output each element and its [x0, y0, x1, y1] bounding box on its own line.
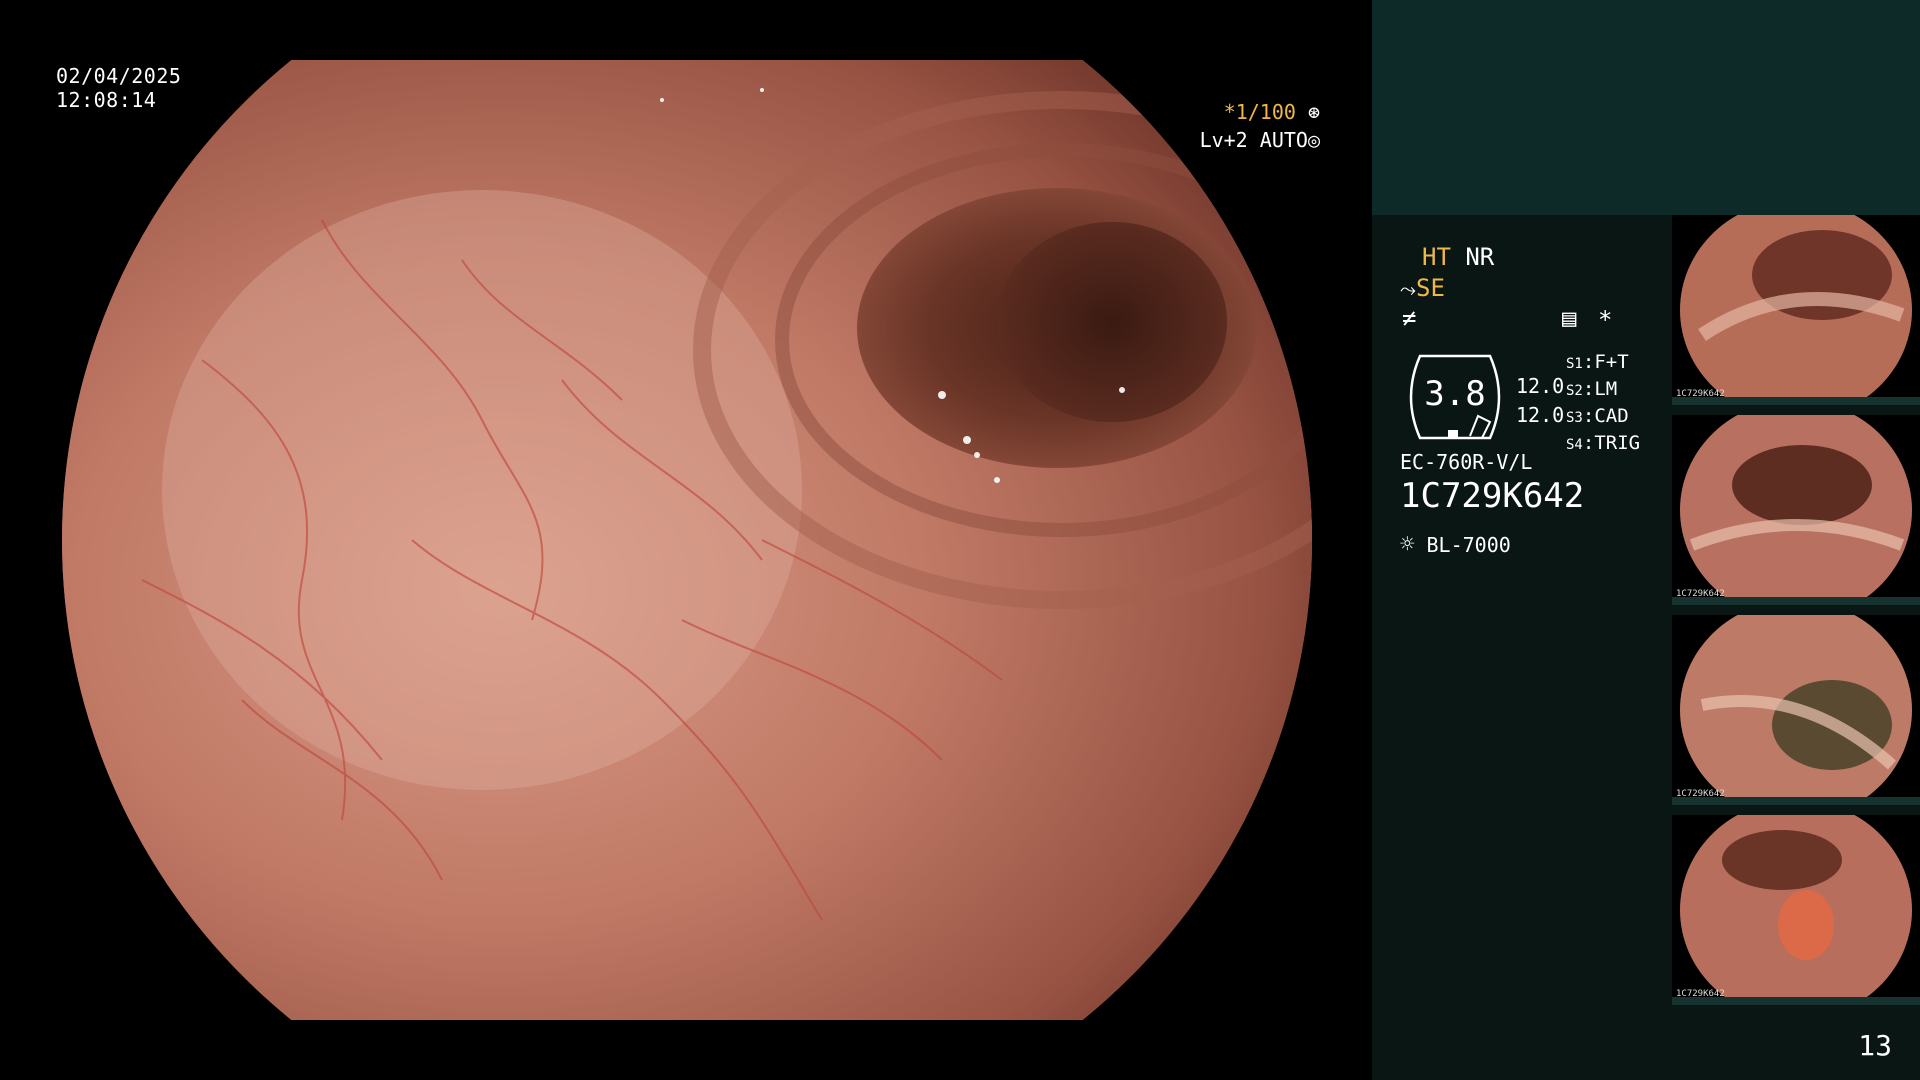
- switch-list: S1:F+T S2:LM S3:CAD S4:TRIG: [1566, 350, 1640, 458]
- ht-nr-row: HT NR: [1422, 243, 1494, 271]
- thumbnail-4[interactable]: 1C729K642: [1672, 815, 1920, 1005]
- value-1: 12.0: [1516, 374, 1565, 398]
- asterisk-marker: *: [1598, 306, 1613, 334]
- scope-serial: 1C729K642: [1400, 476, 1585, 516]
- date-text: 02/04/2025: [56, 64, 182, 88]
- structure-enhance-icon: ⤳: [1400, 277, 1416, 301]
- brightness-level: Lv+2: [1199, 128, 1248, 152]
- panel-header-area: [1372, 0, 1920, 215]
- se-label: SE: [1416, 274, 1445, 302]
- switch-row: S4:TRIG: [1566, 432, 1641, 454]
- time-text: 12:08:14: [56, 88, 157, 112]
- nr-label: NR: [1465, 243, 1495, 271]
- iris-mode: AUTO: [1259, 128, 1308, 152]
- shutter-speed: *1/100: [1223, 100, 1296, 124]
- ht-label: HT: [1422, 243, 1451, 271]
- light-source-label: BL-7000: [1426, 533, 1511, 557]
- thumbnail-id: 1C729K642: [1676, 389, 1725, 399]
- color-mode-icon: ≠: [1402, 304, 1417, 332]
- light-source-row: ☼ BL-7000: [1400, 530, 1511, 558]
- exposure-readout: *1/100 ⊛ Lv+2 AUTO◎: [1200, 98, 1320, 154]
- thumbnail-id: 1C729K642: [1676, 589, 1725, 599]
- lamp-icon: ☼: [1400, 530, 1415, 558]
- date-time-display: 02/04/2025 12:08:14: [56, 64, 181, 112]
- switch-row: S3:CAD: [1566, 405, 1629, 427]
- value-2: 12.0: [1516, 403, 1565, 427]
- scope-model: EC-760R-V/L: [1400, 450, 1533, 474]
- page-number: 13: [1858, 1029, 1892, 1062]
- gear-circle-icon: ⊛: [1307, 100, 1320, 124]
- settings-panel: [1372, 215, 1672, 1080]
- se-row: ⤳SE: [1400, 274, 1445, 302]
- thumbnail-2[interactable]: 1C729K642: [1672, 415, 1920, 605]
- settings-list-icon: ▤: [1562, 304, 1577, 332]
- thumbnail-3[interactable]: 1C729K642: [1672, 615, 1920, 805]
- thumbnail-id: 1C729K642: [1676, 789, 1725, 799]
- endoscopic-image: [62, 60, 1312, 1020]
- switch-row: S1:F+T: [1566, 351, 1629, 373]
- gauge-value: 3.8: [1424, 374, 1486, 414]
- iris-circle-icon: ◎: [1307, 128, 1320, 152]
- numeric-values: 12.0 12.0: [1516, 372, 1564, 430]
- switch-row: S2:LM: [1566, 378, 1618, 400]
- thumbnail-id: 1C729K642: [1676, 989, 1725, 999]
- thumbnail-1[interactable]: 1C729K642: [1672, 215, 1920, 405]
